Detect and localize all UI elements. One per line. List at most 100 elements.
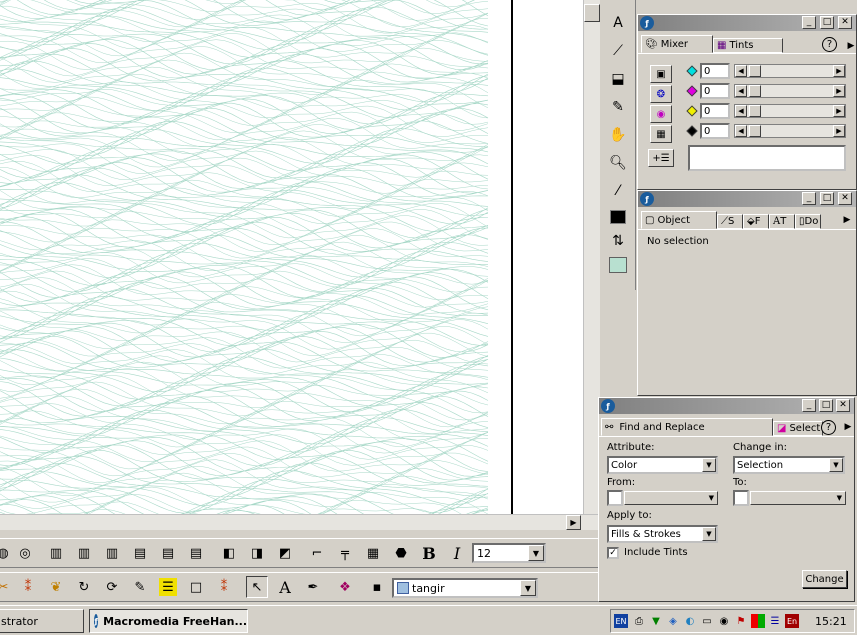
language-indicator[interactable]: EN (614, 614, 628, 628)
scroll-thumb[interactable] (584, 4, 600, 22)
help-button[interactable]: ? (822, 37, 837, 52)
from-color-dropdown[interactable]: ▼ (624, 491, 718, 505)
cube-icon[interactable]: ◈ (666, 614, 680, 628)
change-button[interactable]: Change (802, 570, 847, 588)
text-tool-icon[interactable]: A (607, 12, 629, 34)
knife-icon[interactable]: ✂ (0, 576, 14, 598)
minimize-button[interactable]: _ (802, 399, 816, 412)
apply-to-select[interactable]: Fills & Strokes ▼ (607, 525, 718, 543)
rotate-icon[interactable]: ⟳ (101, 576, 123, 598)
to-color-dropdown[interactable]: ▼ (750, 491, 846, 505)
taskbar-item-freehand[interactable]: ƒ Macromedia FreeHan... (89, 609, 248, 633)
add-to-swatches-button[interactable]: +☰ (648, 149, 674, 167)
tab-mixer[interactable]: 🎨︎ Mixer (641, 35, 713, 53)
channel-value-input[interactable]: 0 (700, 103, 730, 119)
chevron-down-icon[interactable]: ▼ (528, 545, 544, 561)
slider-thumb[interactable] (749, 125, 761, 137)
object-titlebar[interactable]: ƒ _ □ ✕ (638, 191, 856, 207)
skew-icon[interactable]: ✎ (129, 576, 151, 598)
attribute-select[interactable]: Color ▼ (607, 456, 718, 474)
find-titlebar[interactable]: ƒ _ □ ✕ (599, 398, 854, 414)
chevron-down-icon[interactable]: ▼ (520, 580, 536, 596)
from-color-well[interactable] (607, 490, 623, 506)
italic-button[interactable]: I (446, 542, 468, 564)
monitor-icon[interactable]: ▭ (700, 614, 714, 628)
join-icon[interactable]: ⌐ (306, 542, 328, 564)
blend-icon[interactable]: ▦ (362, 542, 384, 564)
close-button[interactable]: ✕ (836, 399, 850, 412)
split-icon[interactable]: ╤ (334, 542, 356, 564)
group-icon[interactable]: ◍ (0, 542, 14, 564)
send-backward-icon[interactable]: ◨ (246, 542, 268, 564)
send-to-back-icon[interactable]: ◩ (274, 542, 296, 564)
keyboard-icon[interactable]: ☰ (768, 614, 782, 628)
help-button[interactable]: ? (821, 420, 836, 435)
channel-slider[interactable]: ◀ ▶ (734, 84, 846, 98)
tab-object[interactable]: ▢ Object (641, 211, 717, 229)
align-left-icon[interactable]: ▥ (45, 542, 67, 564)
close-button[interactable]: ✕ (838, 16, 852, 29)
slider-right-arrow-icon[interactable]: ▶ (833, 125, 845, 137)
horizontal-scrollbar[interactable]: ▶ (0, 514, 600, 530)
chart-icon[interactable]: ☰ (159, 578, 177, 596)
mixer-titlebar[interactable]: ƒ _ □ ✕ (638, 15, 856, 31)
slider-thumb[interactable] (749, 65, 761, 77)
printer-icon[interactable]: ⎙ (632, 614, 646, 628)
fill-color-icon[interactable] (607, 254, 629, 276)
reflect-icon[interactable]: ↻ (73, 576, 95, 598)
align-bottom-icon[interactable]: ▤ (185, 542, 207, 564)
font-size-combo[interactable]: 12 ▼ (472, 543, 546, 563)
taskbar-item-administrator[interactable]: strator (0, 609, 84, 633)
slider-left-arrow-icon[interactable]: ◀ (735, 65, 747, 77)
symbol-icon[interactable]: ❖ (334, 576, 356, 598)
swap-colors-icon[interactable]: ⇅ (607, 230, 629, 252)
system-picker-button[interactable]: ▦ (650, 125, 672, 143)
color-preview-well[interactable] (688, 145, 846, 171)
envelope-icon[interactable]: ⁑ (213, 576, 235, 598)
tab-document[interactable]: ▯ Do (795, 214, 821, 229)
rectangle-icon[interactable]: □ (185, 576, 207, 598)
tab-fill[interactable]: ⬙ F (743, 214, 769, 229)
slider-right-arrow-icon[interactable]: ▶ (833, 65, 845, 77)
style-combo[interactable]: tangir ▼ (392, 578, 538, 598)
close-button[interactable]: ✕ (838, 192, 852, 205)
flag-icon[interactable]: ⚑ (734, 614, 748, 628)
channel-value-input[interactable]: 0 (700, 83, 730, 99)
slider-left-arrow-icon[interactable]: ◀ (735, 85, 747, 97)
tab-stroke[interactable]: ⟋ S (717, 214, 743, 229)
styles-icon[interactable]: ▪ (366, 576, 388, 598)
disk-icon[interactable]: ◉ (717, 614, 731, 628)
ungroup-icon[interactable]: ◎ (14, 542, 36, 564)
chevron-down-icon[interactable]: ▼ (702, 527, 716, 541)
tab-find-replace[interactable]: ⚯ Find and Replace (601, 418, 773, 436)
app-grid-icon[interactable] (751, 614, 765, 628)
cmyk-mode-button[interactable]: ▣ (650, 65, 672, 83)
reflect-tool-icon[interactable]: ⬓ (607, 68, 629, 90)
channel-value-input[interactable]: 0 (700, 123, 730, 139)
align-right-icon[interactable]: ▥ (101, 542, 123, 564)
channel-value-input[interactable]: 0 (700, 63, 730, 79)
slider-thumb[interactable] (749, 105, 761, 117)
volume-icon[interactable]: ◐ (683, 614, 697, 628)
include-tints-checkbox[interactable]: ✓ (607, 547, 619, 559)
zoom-tool-icon[interactable]: 🔍︎ (607, 152, 629, 174)
scroll-right-button[interactable]: ▶ (566, 515, 581, 530)
bring-forward-icon[interactable]: ◧ (218, 542, 240, 564)
align-top-icon[interactable]: ▤ (129, 542, 151, 564)
maximize-button[interactable]: □ (820, 16, 834, 29)
panel-menu-arrow-icon[interactable]: ▶ (837, 416, 857, 438)
document-canvas[interactable] (0, 0, 583, 514)
line-tool-icon[interactable]: ⟋ (607, 40, 629, 62)
panel-menu-arrow-icon[interactable]: ▶ (836, 209, 857, 231)
freeform-icon[interactable]: ❦ (45, 576, 67, 598)
slider-thumb[interactable] (749, 85, 761, 97)
channel-slider[interactable]: ◀ ▶ (734, 64, 846, 78)
align-center-icon[interactable]: ▥ (73, 542, 95, 564)
network-icon[interactable]: ▼ (649, 614, 663, 628)
tab-text[interactable]: AT (769, 214, 795, 229)
trace-icon[interactable]: ⁑ (17, 576, 39, 598)
slider-right-arrow-icon[interactable]: ▶ (833, 85, 845, 97)
maximize-button[interactable]: □ (819, 399, 833, 412)
rgb-mode-button[interactable]: ❂ (650, 85, 672, 103)
bold-button[interactable]: B (418, 542, 440, 564)
